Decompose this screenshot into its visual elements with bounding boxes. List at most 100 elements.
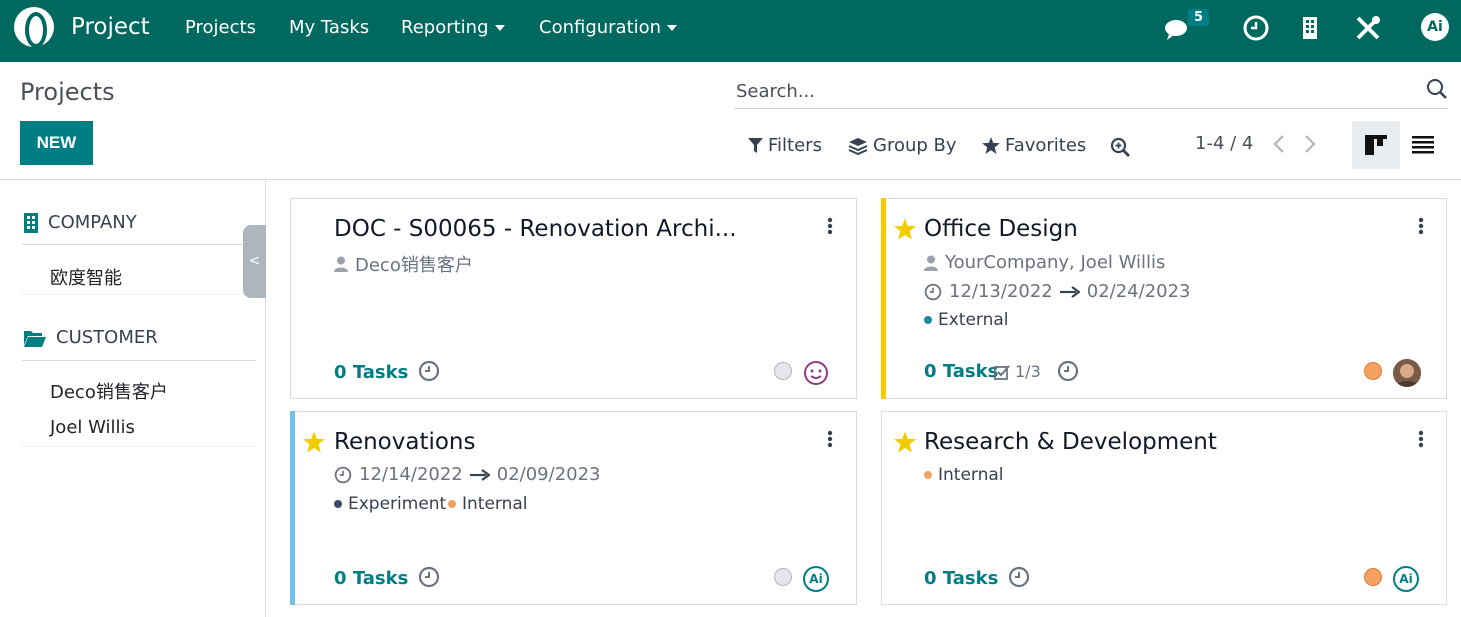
- tag-color-dot: [924, 316, 932, 324]
- project-tag: External: [924, 310, 1009, 330]
- customer-header: CUSTOMER: [24, 327, 158, 348]
- status-indicator[interactable]: [1364, 362, 1382, 380]
- app-logo-icon[interactable]: [14, 7, 54, 48]
- project-tag: Internal: [448, 494, 528, 514]
- project-dates: 12/13/2022 02/24/2023: [924, 281, 1191, 302]
- project-customer: YourCompany, Joel Willis: [924, 252, 1165, 273]
- user-photo-icon: [1393, 359, 1421, 387]
- project-dates: 12/14/2022 02/09/2023: [334, 464, 601, 485]
- nav-projects[interactable]: Projects: [185, 17, 256, 38]
- favorites-button[interactable]: Favorites: [982, 135, 1086, 156]
- color-stripe: [881, 198, 886, 399]
- status-indicator[interactable]: [1364, 568, 1382, 586]
- kanban-view-button[interactable]: [1352, 121, 1400, 169]
- user-avatar[interactable]: Ai: [1393, 566, 1419, 592]
- building-icon: [24, 212, 38, 233]
- more-options-icon[interactable]: [1418, 217, 1424, 235]
- clock-icon[interactable]: [418, 360, 440, 382]
- tag-color-dot: [448, 500, 456, 508]
- project-title: Research & Development: [924, 429, 1217, 455]
- user-icon: [924, 255, 938, 271]
- company-filter-item[interactable]: 欧度智能: [50, 264, 122, 290]
- more-options-icon[interactable]: [827, 430, 833, 448]
- groupby-button[interactable]: Group By: [848, 135, 957, 156]
- list-icon: [1412, 136, 1434, 154]
- tasks-link[interactable]: 0 Tasks: [924, 568, 998, 589]
- company-header: COMPANY: [24, 212, 137, 233]
- smiley-avatar-icon[interactable]: [803, 360, 829, 386]
- star-icon[interactable]: [894, 218, 916, 240]
- kanban-icon: [1365, 135, 1387, 155]
- milestones-indicator[interactable]: 1/3: [994, 362, 1041, 381]
- divider: [22, 244, 256, 245]
- search-input[interactable]: [736, 78, 1396, 104]
- clock-icon: [334, 466, 352, 483]
- clock-icon[interactable]: [1008, 566, 1030, 588]
- tools-icon[interactable]: [1354, 14, 1382, 42]
- customer-filter-item[interactable]: Joel Willis: [50, 417, 135, 438]
- new-button[interactable]: NEW: [20, 121, 93, 165]
- check-square-icon: [994, 364, 1010, 380]
- project-card[interactable]: Renovations 12/14/2022 02/09/2023 Experi…: [290, 411, 857, 605]
- star-icon: [982, 137, 1000, 154]
- project-title: Renovations: [334, 429, 476, 455]
- chat-icon[interactable]: [1163, 14, 1191, 42]
- user-icon: [334, 256, 348, 272]
- tag-color-dot: [924, 471, 932, 479]
- search-bar: [734, 74, 1448, 109]
- clock-icon[interactable]: [418, 566, 440, 588]
- building-icon[interactable]: [1296, 14, 1324, 42]
- search-panel: COMPANY 欧度智能 CUSTOMER Deco销售客户 Joel Will…: [0, 180, 266, 617]
- star-icon[interactable]: [894, 431, 916, 453]
- project-title: DOC - S00065 - Renovation Archi...: [334, 216, 737, 242]
- divider: [22, 360, 256, 361]
- project-card[interactable]: DOC - S00065 - Renovation Archi... Deco销…: [290, 198, 857, 399]
- pager-value[interactable]: 1-4 / 4: [1195, 133, 1253, 154]
- folder-open-icon: [24, 330, 46, 347]
- divider: [22, 446, 256, 447]
- more-options-icon[interactable]: [1418, 430, 1424, 448]
- color-stripe: [290, 411, 295, 605]
- page-title: Projects: [20, 78, 115, 106]
- tasks-link[interactable]: 0 Tasks: [334, 362, 408, 383]
- messages-badge: 5: [1188, 9, 1210, 26]
- project-tag: Internal: [924, 465, 1004, 485]
- nav-reporting[interactable]: Reporting: [401, 17, 505, 38]
- clock-icon[interactable]: [1242, 14, 1270, 42]
- project-tag: Experiment: [334, 494, 446, 514]
- tasks-link[interactable]: 0 Tasks: [334, 568, 408, 589]
- app-name[interactable]: Project: [71, 14, 150, 40]
- layers-icon: [848, 137, 868, 155]
- filter-icon: [748, 137, 763, 153]
- project-card[interactable]: Office Design YourCompany, Joel Willis 1…: [881, 198, 1447, 399]
- tasks-link[interactable]: 0 Tasks: [924, 361, 998, 382]
- arrow-right-icon: [469, 468, 490, 481]
- divider: [22, 294, 256, 295]
- chevron-right-icon[interactable]: [1303, 134, 1317, 154]
- chevron-down-icon: [667, 25, 678, 31]
- user-avatar[interactable]: Ai: [803, 566, 829, 592]
- search-icon[interactable]: [1426, 78, 1448, 100]
- star-icon[interactable]: [303, 431, 325, 453]
- nav-my-tasks[interactable]: My Tasks: [289, 17, 369, 38]
- project-title: Office Design: [924, 216, 1078, 242]
- filters-button[interactable]: Filters: [748, 135, 822, 156]
- list-view-button[interactable]: [1399, 121, 1447, 169]
- collapse-sidebar-button[interactable]: <: [243, 225, 266, 298]
- more-options-icon[interactable]: [827, 217, 833, 235]
- customer-filter-item[interactable]: Deco销售客户: [50, 378, 168, 404]
- top-navbar: Project Projects My Tasks Reporting Conf…: [0, 0, 1461, 62]
- nav-configuration[interactable]: Configuration: [539, 17, 678, 38]
- status-indicator[interactable]: [774, 568, 792, 586]
- arrow-right-icon: [1059, 285, 1080, 298]
- zoom-search-icon[interactable]: [1110, 137, 1131, 158]
- status-indicator[interactable]: [774, 362, 792, 380]
- control-panel: Projects NEW Filters Group By Favorites …: [0, 62, 1461, 180]
- clock-icon[interactable]: [1057, 360, 1079, 382]
- chevron-left-icon[interactable]: [1272, 134, 1286, 154]
- user-photo-avatar[interactable]: [1393, 359, 1421, 387]
- project-customer: Deco销售客户: [334, 251, 473, 277]
- project-card[interactable]: Research & Development Internal 0 Tasks …: [881, 411, 1447, 605]
- chevron-down-icon: [494, 25, 505, 31]
- user-avatar[interactable]: Ai: [1421, 13, 1449, 41]
